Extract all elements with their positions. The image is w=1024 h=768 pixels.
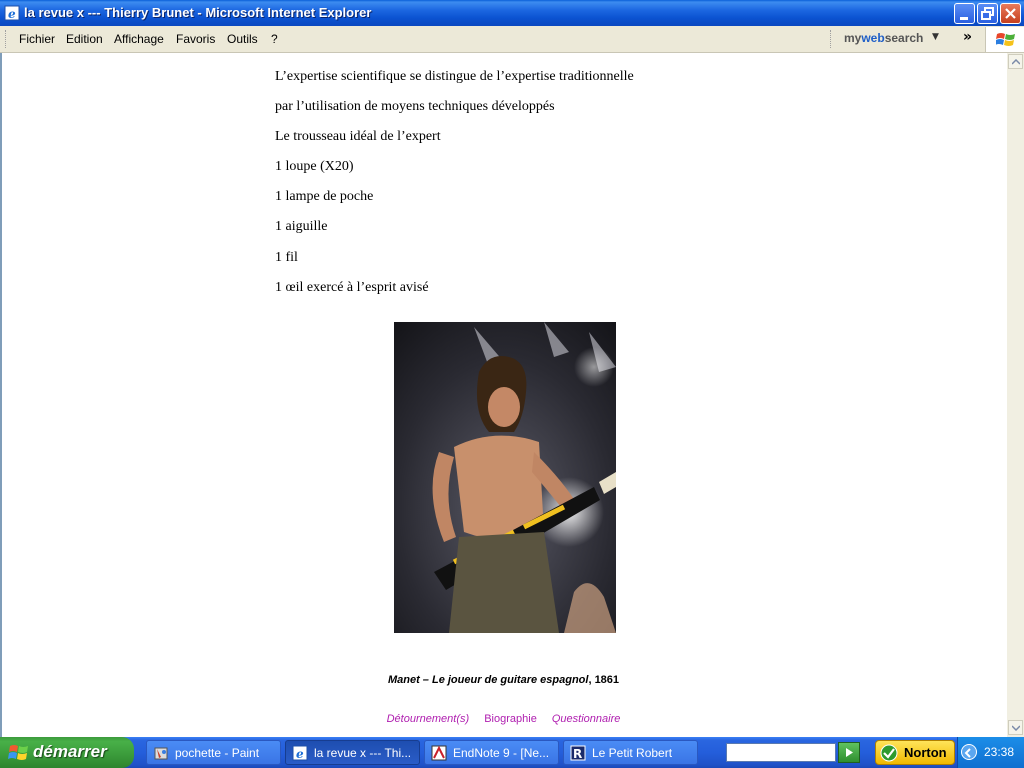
windows-flag-icon — [996, 33, 1015, 46]
chevron-left-icon — [964, 748, 971, 758]
ie-icon: e — [292, 745, 308, 761]
task-ie-revue[interactable]: e la revue x --- Thi... — [285, 740, 420, 765]
menu-favoris[interactable]: Favoris — [176, 32, 215, 46]
scroll-up-button[interactable] — [1008, 54, 1023, 69]
menu-outils[interactable]: Outils — [227, 32, 258, 46]
menu-grip[interactable] — [5, 30, 9, 48]
restore-icon — [981, 7, 994, 20]
task-paint[interactable]: pochette - Paint — [146, 740, 281, 765]
title-bar[interactable]: e la revue x --- Thierry Brunet - Micros… — [0, 0, 1024, 26]
arrow-down-icon — [1012, 725, 1020, 731]
text-line-1: L’expertise scientifique se distingue de… — [275, 69, 634, 84]
system-tray: 23:38 — [957, 737, 1024, 768]
close-icon — [1005, 8, 1016, 19]
clock[interactable]: 23:38 — [984, 745, 1014, 759]
caret-down-icon[interactable]: ▼ — [932, 32, 939, 42]
tray-expand-button[interactable] — [961, 744, 977, 760]
scroll-down-button[interactable] — [1008, 720, 1023, 735]
ie-icon: e — [4, 5, 20, 21]
task-endnote[interactable]: EndNote 9 - [Ne... — [424, 740, 559, 765]
text-line-5: 1 lampe de poche — [275, 189, 374, 204]
close-button[interactable] — [1000, 3, 1021, 24]
play-arrow-icon — [846, 748, 853, 757]
windows-flag-icon — [8, 745, 28, 760]
text-line-3: Le trousseau idéal de l’expert — [275, 129, 441, 144]
text-line-7: 1 fil — [275, 250, 298, 265]
mywebsearch-button[interactable]: mywebsearch — [844, 31, 923, 45]
toolbar-overflow-chevron[interactable]: » — [963, 29, 972, 45]
footer-links: Détournement(s) Biographie Questionnaire — [0, 713, 1007, 725]
endnote-icon — [431, 745, 447, 761]
toolbar-grip[interactable] — [830, 30, 834, 48]
menu-help[interactable]: ? — [271, 32, 278, 46]
restore-button[interactable] — [977, 3, 998, 24]
taskbar-search-go-button[interactable] — [838, 742, 860, 763]
text-line-4: 1 loupe (X20) — [275, 159, 354, 174]
taskbar-search-input[interactable] — [726, 743, 836, 762]
link-questionnaire[interactable]: Questionnaire — [552, 713, 621, 725]
svg-text:e: e — [296, 747, 304, 761]
checkmark-circle-icon — [880, 744, 898, 762]
svg-text:e: e — [8, 7, 16, 21]
text-line-2: par l’utilisation de moyens techniques d… — [275, 99, 555, 114]
windows-logo — [985, 27, 1024, 52]
guitarist-photo — [394, 322, 616, 633]
minimize-button[interactable] — [954, 3, 975, 24]
menu-bar: Fichier Edition Affichage Favoris Outils… — [0, 26, 1024, 53]
paint-icon — [154, 747, 168, 760]
arrow-up-icon — [1012, 59, 1020, 65]
start-button[interactable]: démarrer — [0, 737, 134, 768]
menu-fichier[interactable]: Fichier — [19, 32, 55, 46]
start-label: démarrer — [33, 742, 107, 761]
menu-affichage[interactable]: Affichage — [114, 32, 164, 46]
svg-text:R: R — [573, 747, 582, 761]
menu-edition[interactable]: Edition — [66, 32, 103, 46]
link-biographie[interactable]: Biographie — [484, 713, 537, 725]
task-petit-robert[interactable]: R Le Petit Robert — [563, 740, 698, 765]
taskbar: démarrer pochette - Paint e la revue x -… — [0, 737, 1024, 768]
link-detournements[interactable]: Détournement(s) — [387, 713, 470, 725]
text-line-8: 1 œil exercé à l’esprit avisé — [275, 280, 429, 295]
minimize-icon — [960, 17, 968, 20]
norton-button[interactable]: Norton — [875, 740, 955, 765]
window-title: la revue x --- Thierry Brunet - Microsof… — [24, 5, 372, 20]
vertical-scrollbar[interactable] — [1007, 53, 1024, 737]
text-line-6: 1 aiguille — [275, 219, 328, 234]
petit-robert-icon: R — [570, 745, 586, 761]
photo-caption: Manet – Le joueur de guitare espagnol, 1… — [387, 674, 620, 686]
